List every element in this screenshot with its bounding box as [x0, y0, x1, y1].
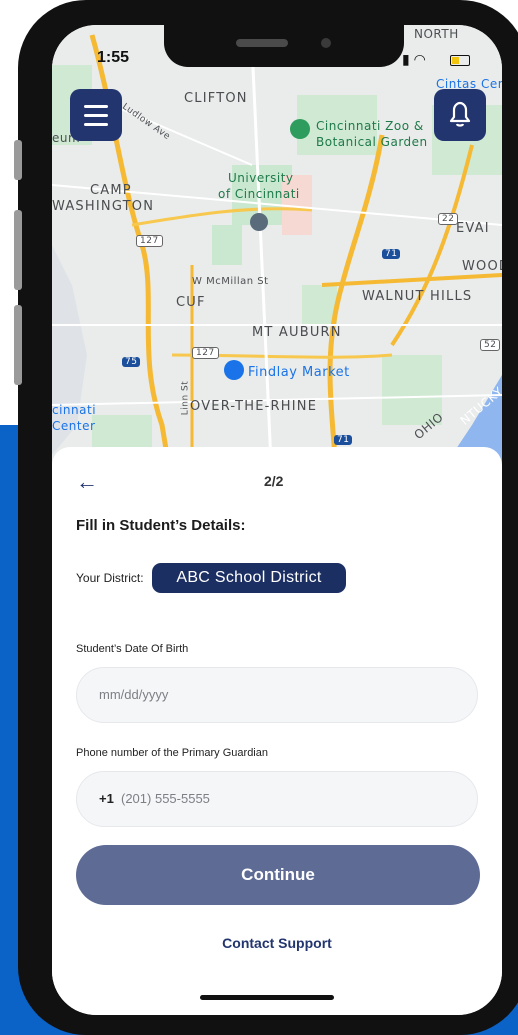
- map-label: Center: [52, 419, 96, 433]
- step-indicator: 2/2: [264, 473, 284, 489]
- map-label: Botanical Garden: [316, 135, 428, 149]
- phone-label: Phone number of the Primary Guardian: [76, 747, 268, 759]
- map-label: of Cincinnati: [218, 187, 300, 201]
- district-value: ABC School District: [152, 563, 346, 593]
- map-label: cinnati: [52, 403, 97, 417]
- student-details-sheet: ← 2/2 Fill in Student’s Details: Your Di…: [52, 447, 502, 1015]
- map-label: Cincinnati Zoo &: [316, 119, 424, 133]
- district-label: Your District:: [76, 571, 144, 585]
- home-indicator: [200, 995, 334, 1000]
- map-label: CUF: [176, 295, 206, 310]
- map-label: WALNUT HILLS: [362, 289, 473, 304]
- phone-notch: [164, 25, 404, 67]
- form-heading: Fill in Student’s Details:: [76, 517, 246, 534]
- continue-button[interactable]: Continue: [76, 845, 480, 905]
- map-label: CLIFTON: [184, 91, 248, 106]
- bell-icon: [449, 101, 471, 127]
- dob-placeholder: mm/dd/yyyy: [99, 687, 169, 702]
- speaker-grille: [236, 39, 288, 47]
- map-label: CAMP: [90, 183, 132, 198]
- menu-button[interactable]: [70, 89, 122, 141]
- map-label: W McMillan St: [192, 276, 269, 287]
- dob-field[interactable]: mm/dd/yyyy: [76, 667, 478, 723]
- phone-field[interactable]: +1 (201) 555-5555: [76, 771, 478, 827]
- university-pin-icon[interactable]: [250, 213, 268, 231]
- route-shield: 127: [136, 235, 163, 247]
- camera-icon: [321, 38, 331, 48]
- map-label: EVAI: [456, 221, 490, 236]
- zoo-pin-icon[interactable]: [290, 119, 310, 139]
- phone-side-button: [14, 210, 22, 290]
- map-label: NORTH: [414, 27, 459, 41]
- notifications-button[interactable]: [434, 89, 486, 141]
- phone-placeholder: (201) 555-5555: [121, 791, 210, 806]
- map-label: OVER-THE-RHINE: [190, 399, 318, 414]
- map-label: University: [228, 171, 294, 185]
- back-arrow-icon[interactable]: ←: [76, 469, 98, 495]
- country-code: +1: [99, 791, 114, 806]
- battery-icon: [450, 55, 470, 66]
- phone-side-button: [14, 140, 22, 180]
- market-pin-icon[interactable]: [224, 360, 244, 380]
- contact-support-link[interactable]: Contact Support: [52, 935, 502, 951]
- route-shield: 127: [192, 347, 219, 359]
- map-label: WOOD: [462, 259, 502, 274]
- route-shield: 22: [438, 213, 459, 225]
- interstate-shield: 71: [382, 249, 401, 259]
- hamburger-icon: [84, 105, 108, 108]
- map-label: MT AUBURN: [252, 325, 342, 340]
- route-shield: 52: [480, 339, 501, 351]
- status-time: 1:55: [97, 49, 130, 66]
- phone-side-button: [14, 305, 22, 385]
- interstate-shield: 71: [334, 435, 353, 445]
- phone-screen: eum CLIFTON Cincinnati Zoo & Botanical G…: [52, 25, 502, 1015]
- map-label: Findlay Market: [248, 365, 350, 380]
- dob-label: Student’s Date Of Birth: [76, 643, 189, 655]
- signal-wifi-icon: ▮ ◠: [402, 51, 426, 67]
- interstate-shield: 75: [122, 357, 141, 367]
- map-label: WASHINGTON: [52, 199, 155, 214]
- map-label: Linn St: [180, 380, 191, 416]
